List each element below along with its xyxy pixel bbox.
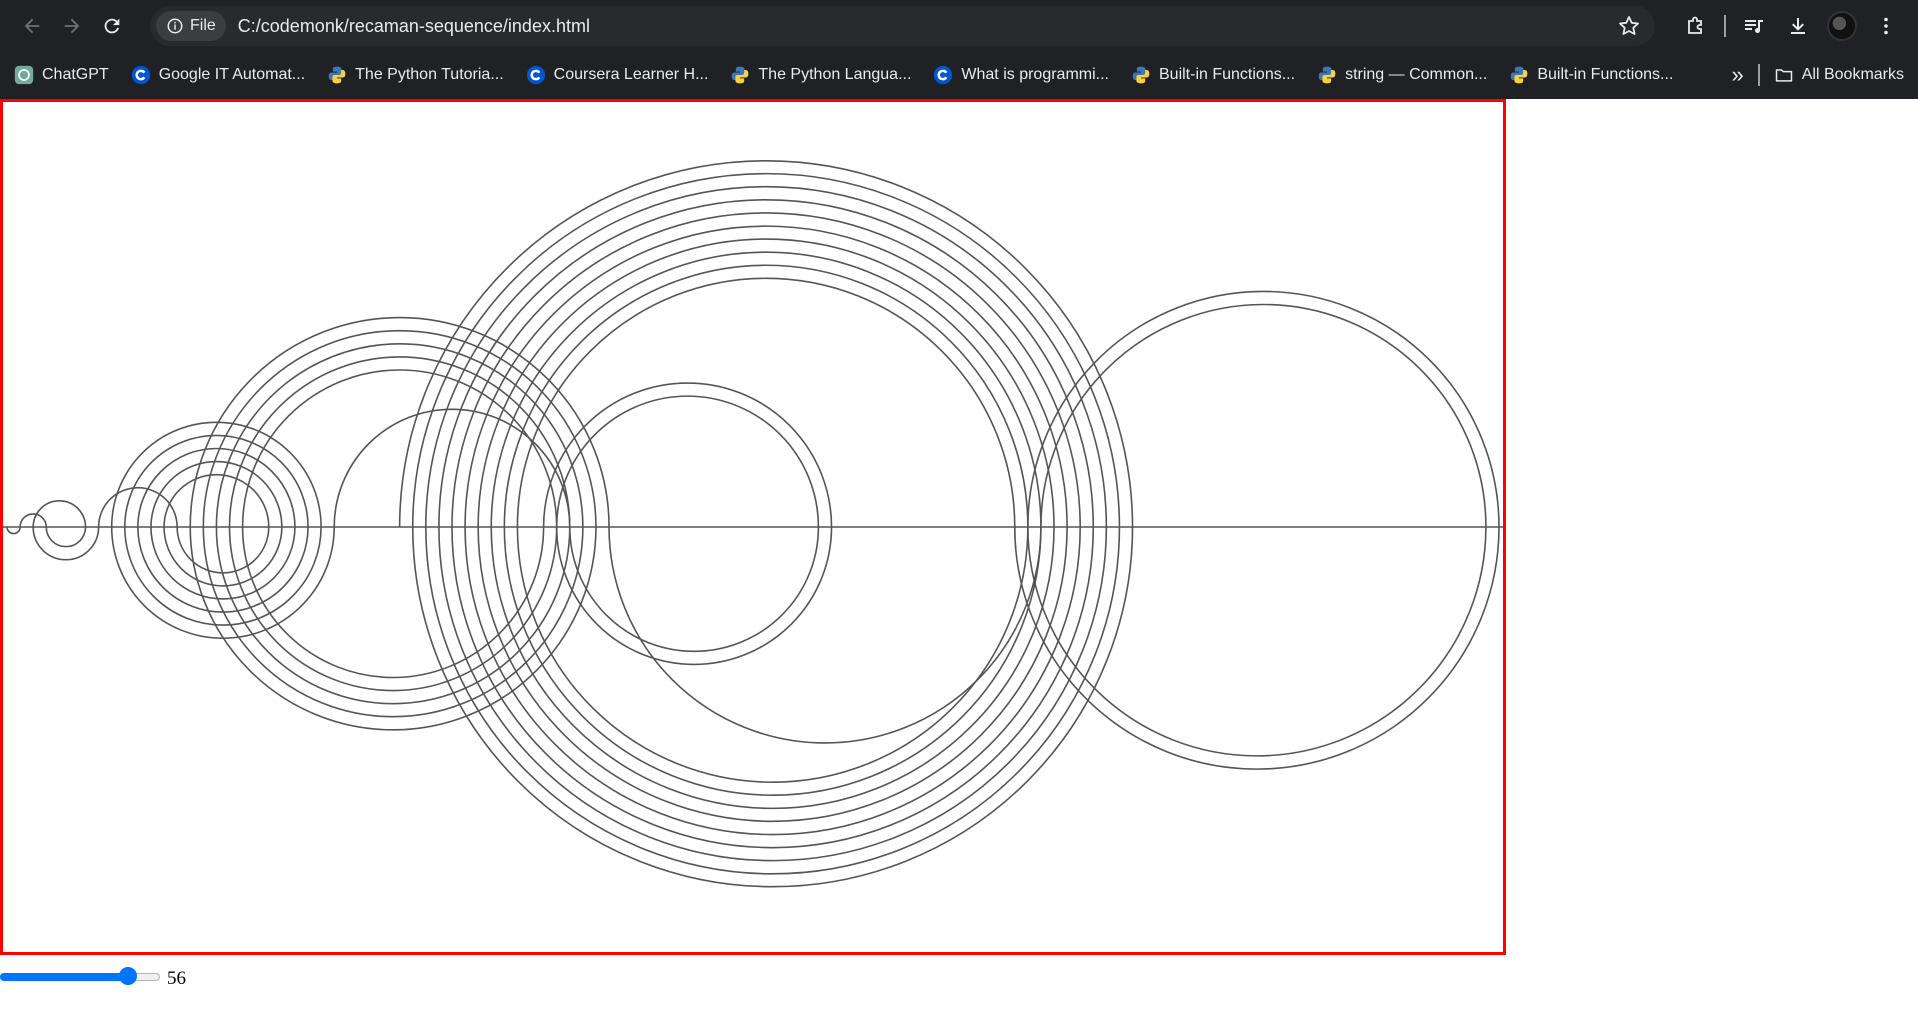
bookmark-item[interactable]: What is programmi... xyxy=(933,65,1109,85)
sequence-arc xyxy=(503,526,1042,797)
python-icon xyxy=(730,65,750,85)
more-bookmarks-chevron-icon[interactable]: » xyxy=(1732,62,1744,88)
bookmark-label: Coursera Learner H... xyxy=(553,65,709,83)
sequence-arc xyxy=(451,212,1081,528)
kebab-menu-icon xyxy=(1884,17,1888,34)
toolbar-divider xyxy=(1724,14,1726,37)
page-content: 56 xyxy=(0,99,1918,1027)
sequence-arc xyxy=(32,500,87,528)
python-icon xyxy=(1131,65,1151,85)
recaman-drawing xyxy=(3,102,1503,887)
sequence-arc xyxy=(438,526,1108,862)
reading-list-button[interactable] xyxy=(1732,6,1776,46)
info-icon xyxy=(167,18,183,34)
toolbar-actions xyxy=(1674,0,1908,51)
bookmark-item[interactable]: Coursera Learner H... xyxy=(526,65,709,85)
url-text[interactable]: C:/codemonk/recaman-sequence/index.html xyxy=(238,16,590,37)
sequence-arc xyxy=(110,526,335,639)
extensions-button[interactable] xyxy=(1674,6,1718,46)
bookmark-item[interactable]: Built-in Functions... xyxy=(1131,65,1295,85)
bookmark-label: The Python Tutoria... xyxy=(355,65,504,83)
sequence-arc xyxy=(1013,526,1500,770)
bookmarks-divider xyxy=(1757,63,1760,86)
back-button[interactable] xyxy=(14,8,50,44)
media-list-icon xyxy=(1745,19,1763,33)
bookmark-item[interactable]: The Python Langua... xyxy=(730,65,911,85)
sequence-arc xyxy=(32,526,100,561)
menu-button[interactable] xyxy=(1864,6,1908,46)
sequence-arc xyxy=(542,382,833,528)
sequence-arc xyxy=(150,526,296,600)
bookmark-label: Google IT Automat... xyxy=(158,65,306,83)
reload-icon xyxy=(104,18,120,33)
folder-icon xyxy=(1775,68,1792,82)
chatgpt-icon xyxy=(14,65,34,85)
python-icon xyxy=(327,65,347,85)
sequence-arc xyxy=(477,526,1068,823)
puzzle-icon xyxy=(1688,16,1702,34)
slider-thumb[interactable] xyxy=(119,966,137,985)
bookmark-item[interactable]: string — Common... xyxy=(1317,65,1487,85)
bookmarks-bar: ChatGPT Google IT Automat... The Python Tu… xyxy=(0,51,1918,99)
reload-button[interactable] xyxy=(94,8,130,44)
sequence-arc xyxy=(1027,526,1487,757)
bookmark-label: Built-in Functions... xyxy=(1159,65,1296,83)
bookmark-label: What is programmi... xyxy=(961,65,1109,83)
sequence-arc xyxy=(189,526,597,731)
coursera-icon xyxy=(526,65,546,85)
sequence-arc xyxy=(490,526,1055,810)
sequence-arc xyxy=(45,526,87,548)
sequence-arc xyxy=(438,199,1095,528)
steps-value: 56 xyxy=(167,968,186,989)
sequence-arc xyxy=(490,251,1042,528)
avatar xyxy=(1827,10,1857,41)
bookmark-label: ChatGPT xyxy=(42,65,109,83)
slider-fill xyxy=(0,972,128,981)
bookmark-item[interactable]: The Python Tutoria... xyxy=(327,65,504,85)
sequence-arc xyxy=(411,526,1134,887)
address-bar[interactable]: File C:/codemonk/recaman-sequence/index.… xyxy=(150,6,1655,46)
sequence-arc xyxy=(241,526,545,678)
bookmark-item[interactable]: Built-in Functions... xyxy=(1509,65,1673,85)
profile-button[interactable] xyxy=(1820,6,1864,46)
all-bookmarks-label: All Bookmarks xyxy=(1801,65,1904,83)
arrow-right-icon xyxy=(64,18,80,33)
bookmark-item[interactable]: ChatGPT xyxy=(14,65,109,85)
site-info-label: File xyxy=(190,17,216,34)
bookmark-item[interactable]: Google IT Automat... xyxy=(131,65,305,85)
downloads-button[interactable] xyxy=(1776,6,1820,46)
sequence-arc xyxy=(555,526,833,666)
download-icon xyxy=(1791,17,1805,34)
sequence-arc xyxy=(464,526,1081,835)
sequence-arc xyxy=(464,225,1068,528)
bookmarks-bar-right: » All Bookmarks xyxy=(1732,51,1905,98)
sequence-arc xyxy=(425,185,1108,528)
sequence-arc xyxy=(6,526,21,535)
coursera-icon xyxy=(131,65,151,85)
sequence-arc xyxy=(1040,304,1487,528)
recaman-canvas xyxy=(0,99,1506,955)
python-icon xyxy=(1317,65,1337,85)
bookmark-label: The Python Langua... xyxy=(758,65,912,83)
coursera-icon xyxy=(933,65,953,85)
forward-button[interactable] xyxy=(54,8,90,44)
arrow-left-icon xyxy=(24,18,40,33)
sequence-arc xyxy=(451,526,1095,849)
sequence-arc xyxy=(608,526,1042,744)
all-bookmarks-button[interactable]: All Bookmarks xyxy=(1774,65,1904,85)
steps-slider[interactable] xyxy=(0,966,160,986)
browser-toolbar: File C:/codemonk/recaman-sequence/index.… xyxy=(0,0,1918,51)
controls: 56 xyxy=(0,961,186,990)
bookmark-label: Built-in Functions... xyxy=(1537,65,1674,83)
site-info-chip[interactable]: File xyxy=(156,11,226,41)
python-icon xyxy=(1509,65,1529,85)
bookmark-label: string — Common... xyxy=(1345,65,1488,83)
bookmark-star-icon[interactable] xyxy=(1617,14,1641,38)
